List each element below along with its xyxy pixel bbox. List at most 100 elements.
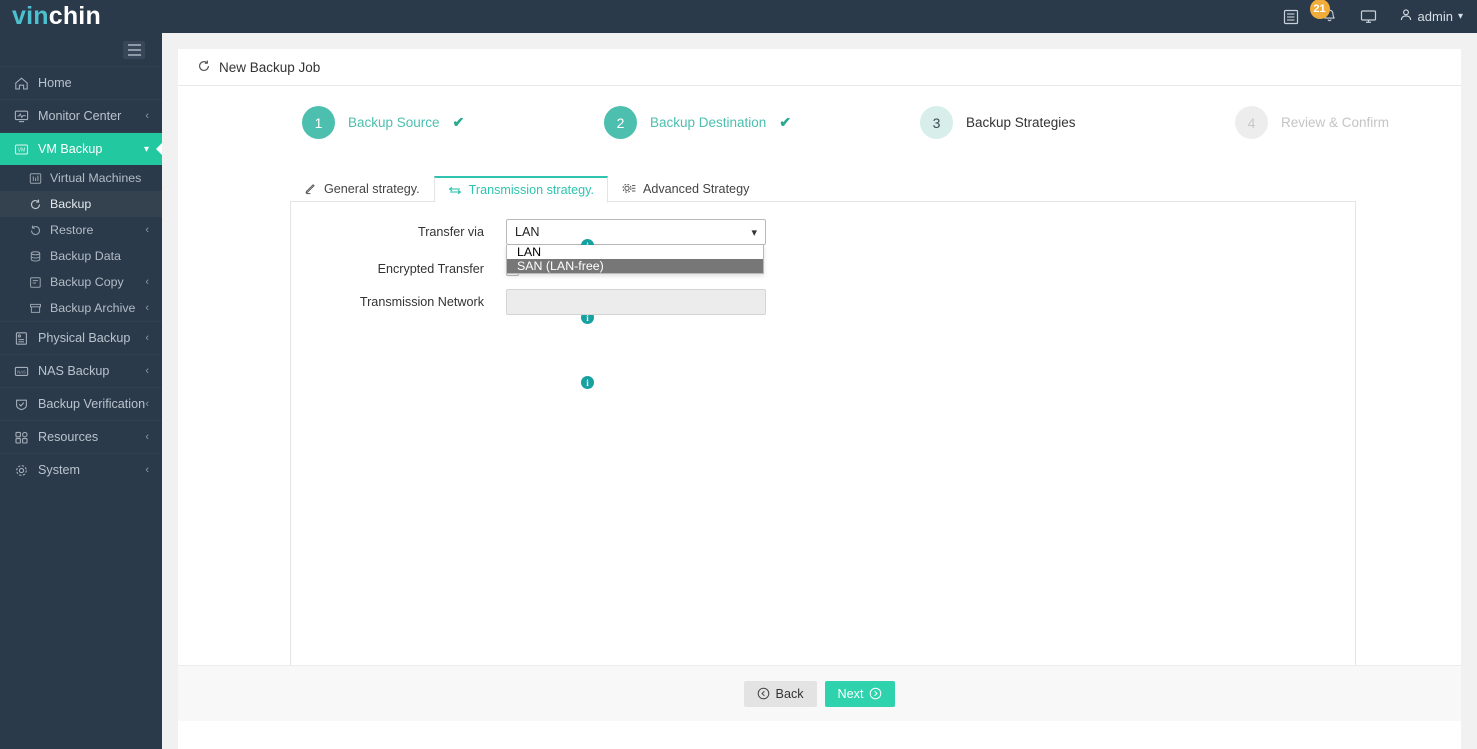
sidebar-item-monitor-center[interactable]: Monitor Center ‹ [0,99,162,132]
nas-icon: NAS [13,363,29,379]
page-header: New Backup Job [178,49,1461,86]
shield-check-icon [13,396,29,412]
database-icon [28,249,42,263]
top-bar-actions: 21 admin ▾ [1283,0,1477,25]
application-window: vinchin 21 admin ▾ Home Monitor Center ‹… [0,0,1477,749]
resources-icon [13,429,29,445]
tab-transmission-strategy[interactable]: Transmission strategy. [433,176,608,203]
transfer-via-select[interactable]: LAN ▾ [506,219,766,245]
sidebar-subitem-label: Backup Archive [50,301,136,315]
copy-icon [28,275,42,289]
server-icon [13,330,29,346]
wizard-step-1[interactable]: 1 Backup Source ✔ [302,106,464,139]
bell-icon[interactable]: 21 [1309,0,1338,25]
content-card: New Backup Job 1 Backup Source ✔ 2 Backu… [178,49,1461,749]
sidebar-subitem-label: Backup Copy [50,275,124,289]
home-icon [13,75,29,91]
sidebar-item-home[interactable]: Home [0,66,162,99]
transfer-via-dropdown: LAN SAN (LAN-free) [506,245,764,274]
step-label: Backup Source [348,115,440,130]
back-button[interactable]: Back [743,680,817,707]
step-label: Review & Confirm [1281,115,1390,130]
sidebar-item-label: NAS Backup [38,364,110,378]
sidebar-item-physical-backup[interactable]: Physical Backup ‹ [0,321,162,354]
next-button[interactable]: Next [824,680,896,707]
transmission-strategy-panel: Transfer via LAN ▾ LAN SAN (LAN-free) i [290,201,1356,681]
sidebar-item-virtual-machines[interactable]: Virtual Machines [0,165,162,191]
sidebar-toggle-row [0,33,162,66]
form-row-transfer-via: Transfer via LAN ▾ LAN SAN (LAN-free) i [291,219,766,274]
chevron-left-icon: ‹ [145,332,149,344]
back-button-label: Back [775,686,804,701]
dropdown-option-san[interactable]: SAN (LAN-free) [507,259,763,273]
wizard-step-4: 4 Review & Confirm [1235,106,1389,139]
chevron-left-icon: ‹ [145,398,149,410]
check-icon: ✔ [452,114,465,130]
tab-label: Advanced Strategy [642,181,750,196]
wizard-footer: Back Next [178,665,1461,721]
sidebar-item-nas-backup[interactable]: NAS NAS Backup ‹ [0,354,162,387]
chevron-left-icon: ‹ [145,302,149,314]
svg-text:NAS: NAS [17,369,26,374]
step-number: 3 [920,106,953,139]
hamburger-icon[interactable] [123,40,145,59]
logo-text-first: vin [12,2,49,30]
arrow-left-circle-icon [757,687,770,700]
info-icon[interactable]: i [581,376,594,389]
wizard-step-3[interactable]: 3 Backup Strategies [920,106,1076,139]
transfer-via-value: LAN [515,225,540,239]
tab-label: Transmission strategy. [468,183,594,197]
sidebar-subitem-label: Restore [50,223,94,237]
sidebar-item-backup-data[interactable]: Backup Data [0,243,162,269]
chevron-down-icon: ▾ [143,143,149,155]
archive-icon [28,301,42,315]
encrypted-transfer-label: Encrypted Transfer [377,262,484,276]
sidebar: Home Monitor Center ‹ VM VM Backup ▾ Vir… [0,33,162,749]
sidebar-subitem-label: Backup Data [50,249,121,263]
sidebar-item-restore[interactable]: Restore ‹ [0,217,162,243]
chevron-down-icon: ▾ [1457,11,1463,22]
step-label: Backup Destination [650,115,767,130]
sidebar-subitem-label: Virtual Machines [50,171,142,185]
transfer-via-label: Transfer via [417,225,484,239]
chevron-left-icon: ‹ [145,110,149,122]
sidebar-subnav-vm-backup: Virtual Machines Backup Restore ‹ Backup… [0,165,162,321]
monitor-icon[interactable] [1360,9,1377,24]
sidebar-item-backup-copy[interactable]: Backup Copy ‹ [0,269,162,295]
sidebar-item-resources[interactable]: Resources ‹ [0,420,162,453]
page-title: New Backup Job [219,59,321,75]
monitor-center-icon [13,108,29,124]
sidebar-item-label: Physical Backup [38,331,131,345]
wizard-steps: 1 Backup Source ✔ 2 Backup Destination ✔… [178,86,1461,158]
step-number: 1 [302,106,335,139]
sidebar-item-backup[interactable]: Backup [0,191,162,217]
dropdown-option-lan[interactable]: LAN [507,245,763,259]
sidebar-item-system[interactable]: System ‹ [0,453,162,486]
sidebar-item-backup-archive[interactable]: Backup Archive ‹ [0,295,162,321]
logo-text-second: chin [48,2,101,30]
sidebar-item-label: Home [38,76,72,90]
tab-advanced-strategy[interactable]: Advanced Strategy [608,175,763,202]
gear-sliders-icon [622,182,636,195]
check-icon: ✔ [779,114,792,130]
pencil-icon [304,182,317,195]
user-icon [1399,8,1413,25]
chevron-left-icon: ‹ [145,224,149,236]
sidebar-item-label: System [38,463,80,477]
wizard-step-2[interactable]: 2 Backup Destination ✔ [604,106,791,139]
app-logo[interactable]: vinchin [0,4,101,29]
user-name: admin [1417,9,1453,24]
sidebar-item-vm-backup[interactable]: VM VM Backup ▾ [0,132,162,165]
sidebar-item-backup-verification[interactable]: Backup Verification ‹ [0,387,162,420]
gear-icon [13,462,29,478]
tab-general-strategy[interactable]: General strategy. [290,175,434,202]
transmission-network-control [506,289,766,315]
transmission-network-label: Transmission Network [359,295,484,309]
sidebar-item-label: Monitor Center [38,109,122,123]
list-icon[interactable] [1283,9,1299,25]
next-button-label: Next [837,686,864,701]
user-menu[interactable]: admin ▾ [1399,8,1463,25]
step-label: Backup Strategies [966,115,1076,130]
chevron-left-icon: ‹ [145,365,149,377]
refresh-icon [28,197,42,211]
